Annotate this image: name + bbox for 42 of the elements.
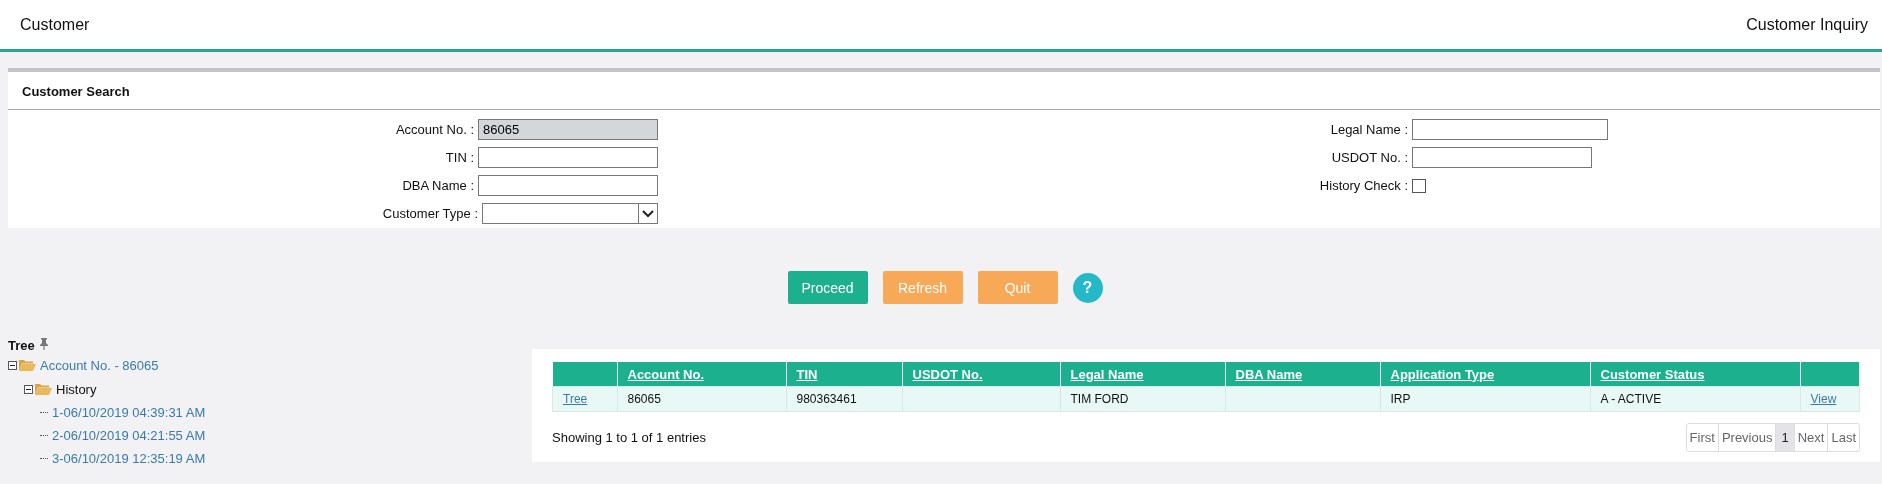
folder-icon bbox=[35, 383, 52, 395]
table-cell: IRP bbox=[1390, 392, 1411, 406]
page-title: Customer Inquiry bbox=[1746, 15, 1868, 34]
field-label: DBA Name : bbox=[402, 178, 474, 193]
field-label: Customer Type : bbox=[382, 206, 478, 221]
module-title: Customer bbox=[20, 15, 90, 34]
table-cell: 86065 bbox=[627, 392, 661, 406]
page-button[interactable]: Last bbox=[1828, 424, 1859, 451]
checkbox[interactable] bbox=[1412, 178, 1426, 193]
dropdown-field[interactable] bbox=[482, 203, 658, 224]
help-button[interactable]: ? bbox=[1072, 272, 1103, 303]
tree-item[interactable]: History bbox=[56, 381, 97, 397]
field-label: TIN : bbox=[445, 150, 474, 165]
action-button[interactable]: Proceed bbox=[787, 271, 868, 304]
table-cell: TIM FORD bbox=[1070, 392, 1129, 406]
pin-icon[interactable] bbox=[38, 338, 49, 350]
input-field[interactable] bbox=[478, 175, 658, 196]
panel-title: Customer Search bbox=[8, 72, 1880, 110]
input-field[interactable] bbox=[1412, 147, 1592, 168]
tree-item[interactable]: 3-06/10/2019 12:35:19 AM bbox=[52, 451, 206, 466]
entries-info: Showing 1 to 1 of 1 entries bbox=[552, 430, 706, 445]
collapse-icon[interactable] bbox=[24, 384, 33, 394]
input-field[interactable] bbox=[1412, 119, 1608, 140]
folder-icon bbox=[19, 359, 36, 371]
field-label: Legal Name : bbox=[1329, 122, 1408, 137]
tree-item[interactable]: 1-06/10/2019 04:39:31 AM bbox=[52, 405, 206, 420]
table-cell: 980363461 bbox=[796, 392, 857, 406]
caret-icon bbox=[642, 209, 654, 218]
tree-item[interactable]: Account No. - 86065 bbox=[40, 357, 159, 373]
input-field: 86065 bbox=[478, 119, 658, 140]
collapse-icon[interactable] bbox=[8, 360, 17, 370]
tree-item[interactable]: 2-06/10/2019 04:21:55 AM bbox=[52, 428, 206, 443]
page-button[interactable]: 1 bbox=[1776, 424, 1795, 451]
input-field[interactable] bbox=[478, 147, 658, 168]
page-button[interactable]: Next bbox=[1794, 424, 1829, 451]
column-header[interactable]: TIN bbox=[796, 366, 818, 382]
field-label: USDOT No. : bbox=[1330, 150, 1408, 165]
page-button[interactable]: First bbox=[1686, 424, 1719, 451]
field-label: Account No. : bbox=[395, 122, 474, 137]
tree-title: Tree bbox=[8, 338, 35, 353]
field-label: History Check : bbox=[1318, 178, 1408, 193]
table-cell: A - ACTIVE bbox=[1600, 392, 1662, 406]
